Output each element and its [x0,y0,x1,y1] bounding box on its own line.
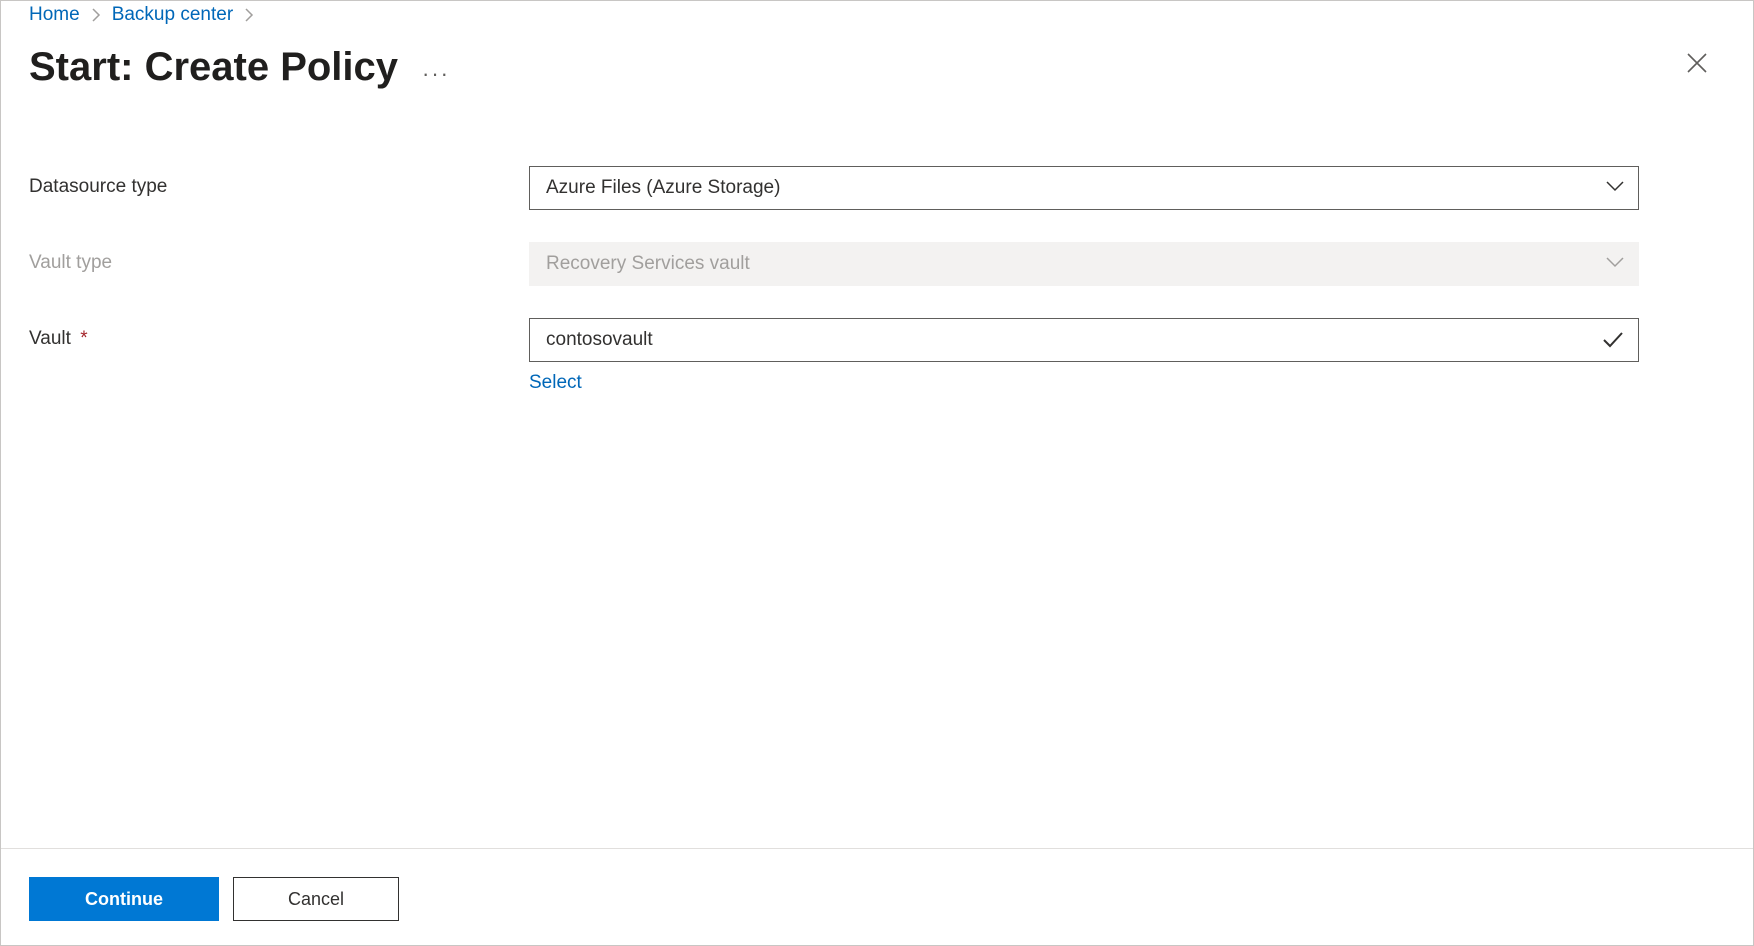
close-icon [1685,51,1709,75]
field-vault: Vault * contosovault Select [29,318,1725,394]
label-vault-type: Vault type [29,242,529,274]
more-actions-button[interactable]: ··· [422,49,450,87]
check-icon [1602,331,1624,349]
select-vault-link[interactable]: Select [529,372,582,394]
select-datasource-type[interactable]: Azure Files (Azure Storage) [529,166,1639,210]
footer-actions: Continue Cancel [1,848,1753,945]
close-button[interactable] [1679,45,1715,81]
label-vault: Vault * [29,318,529,350]
continue-button[interactable]: Continue [29,877,219,921]
select-value: Recovery Services vault [546,253,750,275]
title-row: Start: Create Policy ··· [29,45,1725,90]
breadcrumb-link-home[interactable]: Home [29,3,80,27]
chevron-right-icon [88,8,104,22]
field-datasource-type: Datasource type Azure Files (Azure Stora… [29,166,1725,210]
breadcrumb-link-backup-center[interactable]: Backup center [112,3,233,27]
label-datasource-type: Datasource type [29,166,529,198]
breadcrumb: Home Backup center [29,1,1725,27]
select-value: contosovault [546,329,653,351]
select-vault-type: Recovery Services vault [529,242,1639,286]
content-area: Home Backup center Start: Create Policy … [1,1,1753,848]
chevron-down-icon [1606,177,1624,199]
cancel-button[interactable]: Cancel [233,877,399,921]
select-vault[interactable]: contosovault [529,318,1639,362]
page-title: Start: Create Policy [29,45,398,90]
chevron-down-icon [1606,253,1624,275]
policy-create-blade: Home Backup center Start: Create Policy … [0,0,1754,946]
select-value: Azure Files (Azure Storage) [546,177,780,199]
chevron-right-icon [241,8,257,22]
field-vault-type: Vault type Recovery Services vault [29,242,1725,286]
required-indicator: * [80,328,87,349]
